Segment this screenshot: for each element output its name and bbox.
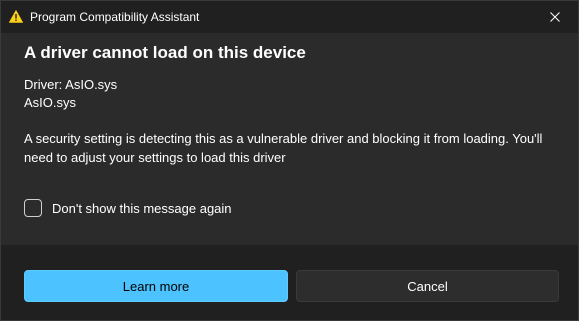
warning-icon: [9, 10, 23, 23]
close-button[interactable]: [532, 1, 578, 33]
title-bar[interactable]: Program Compatibility Assistant: [1, 1, 578, 33]
window-title: Program Compatibility Assistant: [30, 10, 200, 24]
driver-label: Driver: AsIO.sys: [24, 77, 118, 92]
cancel-button[interactable]: Cancel: [296, 270, 559, 302]
learn-more-button[interactable]: Learn more: [24, 270, 288, 302]
dont-show-again-checkbox[interactable]: [24, 199, 42, 217]
dont-show-again-label[interactable]: Don't show this message again: [52, 201, 232, 216]
driver-name: AsIO.sys: [24, 95, 77, 110]
dialog-content: A driver cannot load on this device Driv…: [1, 33, 578, 245]
close-icon: [550, 12, 560, 22]
dialog-description: A security setting is detecting this as …: [24, 131, 543, 165]
dialog-window: Program Compatibility Assistant A driver…: [0, 0, 579, 321]
dont-show-again-option[interactable]: Don't show this message again: [24, 199, 232, 217]
dialog-footer: Learn more Cancel: [1, 245, 578, 320]
dialog-heading: A driver cannot load on this device: [24, 43, 306, 62]
